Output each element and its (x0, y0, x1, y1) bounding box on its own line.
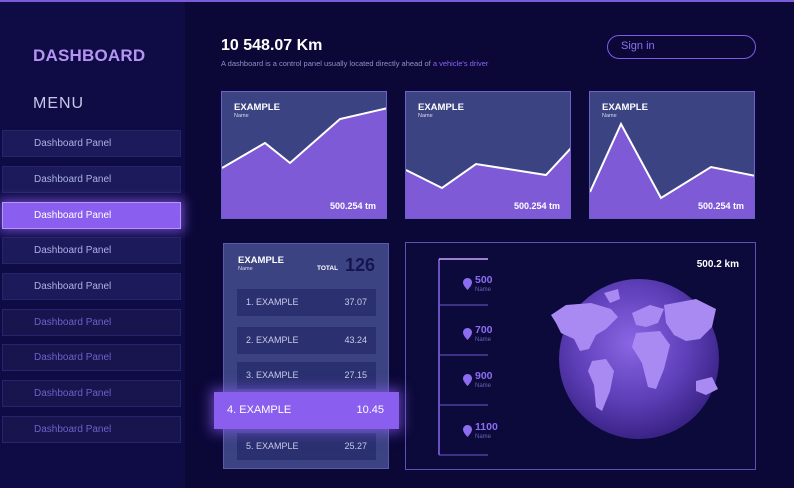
total-label: TOTAL (317, 265, 339, 272)
stat-value: 700 (475, 324, 493, 336)
stat-value: 500 (475, 274, 493, 286)
stat-name: Name (475, 383, 492, 389)
ranking-row-3[interactable]: 3. EXAMPLE 27.15 (237, 362, 376, 389)
stat-item-4: 1100 Name (475, 421, 498, 440)
row-label: 3. EXAMPLE (246, 370, 299, 380)
card-subtitle: Name (234, 113, 249, 119)
row-label: 5. EXAMPLE (246, 441, 299, 451)
card-subtitle: Name (602, 113, 617, 119)
row-value: 27.15 (344, 370, 367, 380)
stat-name: Name (475, 434, 492, 440)
map-pin-icon (463, 374, 472, 386)
card-subtitle: Name (418, 113, 433, 119)
card-value: 500.254 tm (329, 201, 376, 211)
stat-name: Name (475, 287, 492, 293)
ranking-panel: EXAMPLE Name TOTAL 126 1. EXAMPLE 37.07 … (214, 243, 399, 469)
card-value: 500.254 tm (513, 201, 560, 211)
subtitle-highlight: a vehicle's driver (432, 59, 489, 68)
sidebar-item-9[interactable]: Dashboard Panel (2, 416, 181, 443)
row-value: 25.27 (344, 441, 367, 451)
map-pin-icon (463, 328, 472, 340)
panel-title: EXAMPLE (238, 255, 284, 266)
stat-name: Name (475, 337, 492, 343)
page-title: 10 548.07 Km (221, 37, 323, 54)
sidebar-item-4[interactable]: Dashboard Panel (2, 237, 181, 264)
stat-item-2: 700 Name (475, 324, 493, 343)
row-label: 1. EXAMPLE (246, 297, 299, 307)
ranking-row-4-active[interactable]: 4. EXAMPLE 10.45 (214, 392, 399, 429)
chart-card-2: EXAMPLE Name 500.254 tm (405, 91, 571, 219)
subtitle-text: A dashboard is a control panel usually l… (221, 59, 433, 68)
map-panel: 500.2 km 500 Name 700 Name 900 Name 1100… (405, 242, 756, 470)
stat-value: 1100 (475, 421, 498, 433)
card-value: 500.254 tm (697, 201, 744, 211)
card-title: EXAMPLE (602, 102, 648, 113)
sidebar-item-5[interactable]: Dashboard Panel (2, 273, 181, 300)
chart-card-1: EXAMPLE Name 500.254 tm (221, 91, 387, 219)
sidebar-item-6[interactable]: Dashboard Panel (2, 309, 181, 336)
sidebar-item-7[interactable]: Dashboard Panel (2, 344, 181, 371)
map-pin-icon (463, 425, 472, 437)
page-subtitle: A dashboard is a control panel usually l… (221, 59, 488, 68)
map-graphics (438, 258, 719, 456)
panel-subtitle: Name (238, 266, 253, 272)
ranking-row-2[interactable]: 2. EXAMPLE 43.24 (237, 327, 376, 354)
row-value: 43.24 (344, 335, 367, 345)
row-label: 4. EXAMPLE (227, 404, 292, 416)
row-label: 2. EXAMPLE (246, 335, 299, 345)
stat-value: 900 (475, 370, 493, 382)
sidebar: DASHBOARD MENU Dashboard Panel Dashboard… (0, 2, 185, 488)
sidebar-item-1[interactable]: Dashboard Panel (2, 130, 181, 157)
card-title: EXAMPLE (234, 102, 280, 113)
ranking-row-5[interactable]: 5. EXAMPLE 25.27 (237, 433, 376, 460)
card-title: EXAMPLE (418, 102, 464, 113)
sidebar-item-8[interactable]: Dashboard Panel (2, 380, 181, 407)
row-value: 10.45 (356, 404, 384, 416)
brand-title: DASHBOARD (33, 46, 146, 65)
chart-card-3: EXAMPLE Name 500.254 tm (589, 91, 755, 219)
total-value: 126 (345, 255, 376, 275)
stat-item-3: 900 Name (475, 370, 493, 389)
stat-item-1: 500 Name (475, 274, 493, 293)
sidebar-item-3-active[interactable]: Dashboard Panel (2, 202, 181, 229)
menu-title: MENU (33, 95, 85, 112)
map-pin-icon (463, 278, 472, 290)
sidebar-item-2[interactable]: Dashboard Panel (2, 166, 181, 193)
row-value: 37.07 (344, 297, 367, 307)
world-globe-icon (551, 279, 719, 439)
sign-in-field[interactable]: Sign in (607, 35, 756, 59)
ranking-row-1[interactable]: 1. EXAMPLE 37.07 (237, 289, 376, 316)
